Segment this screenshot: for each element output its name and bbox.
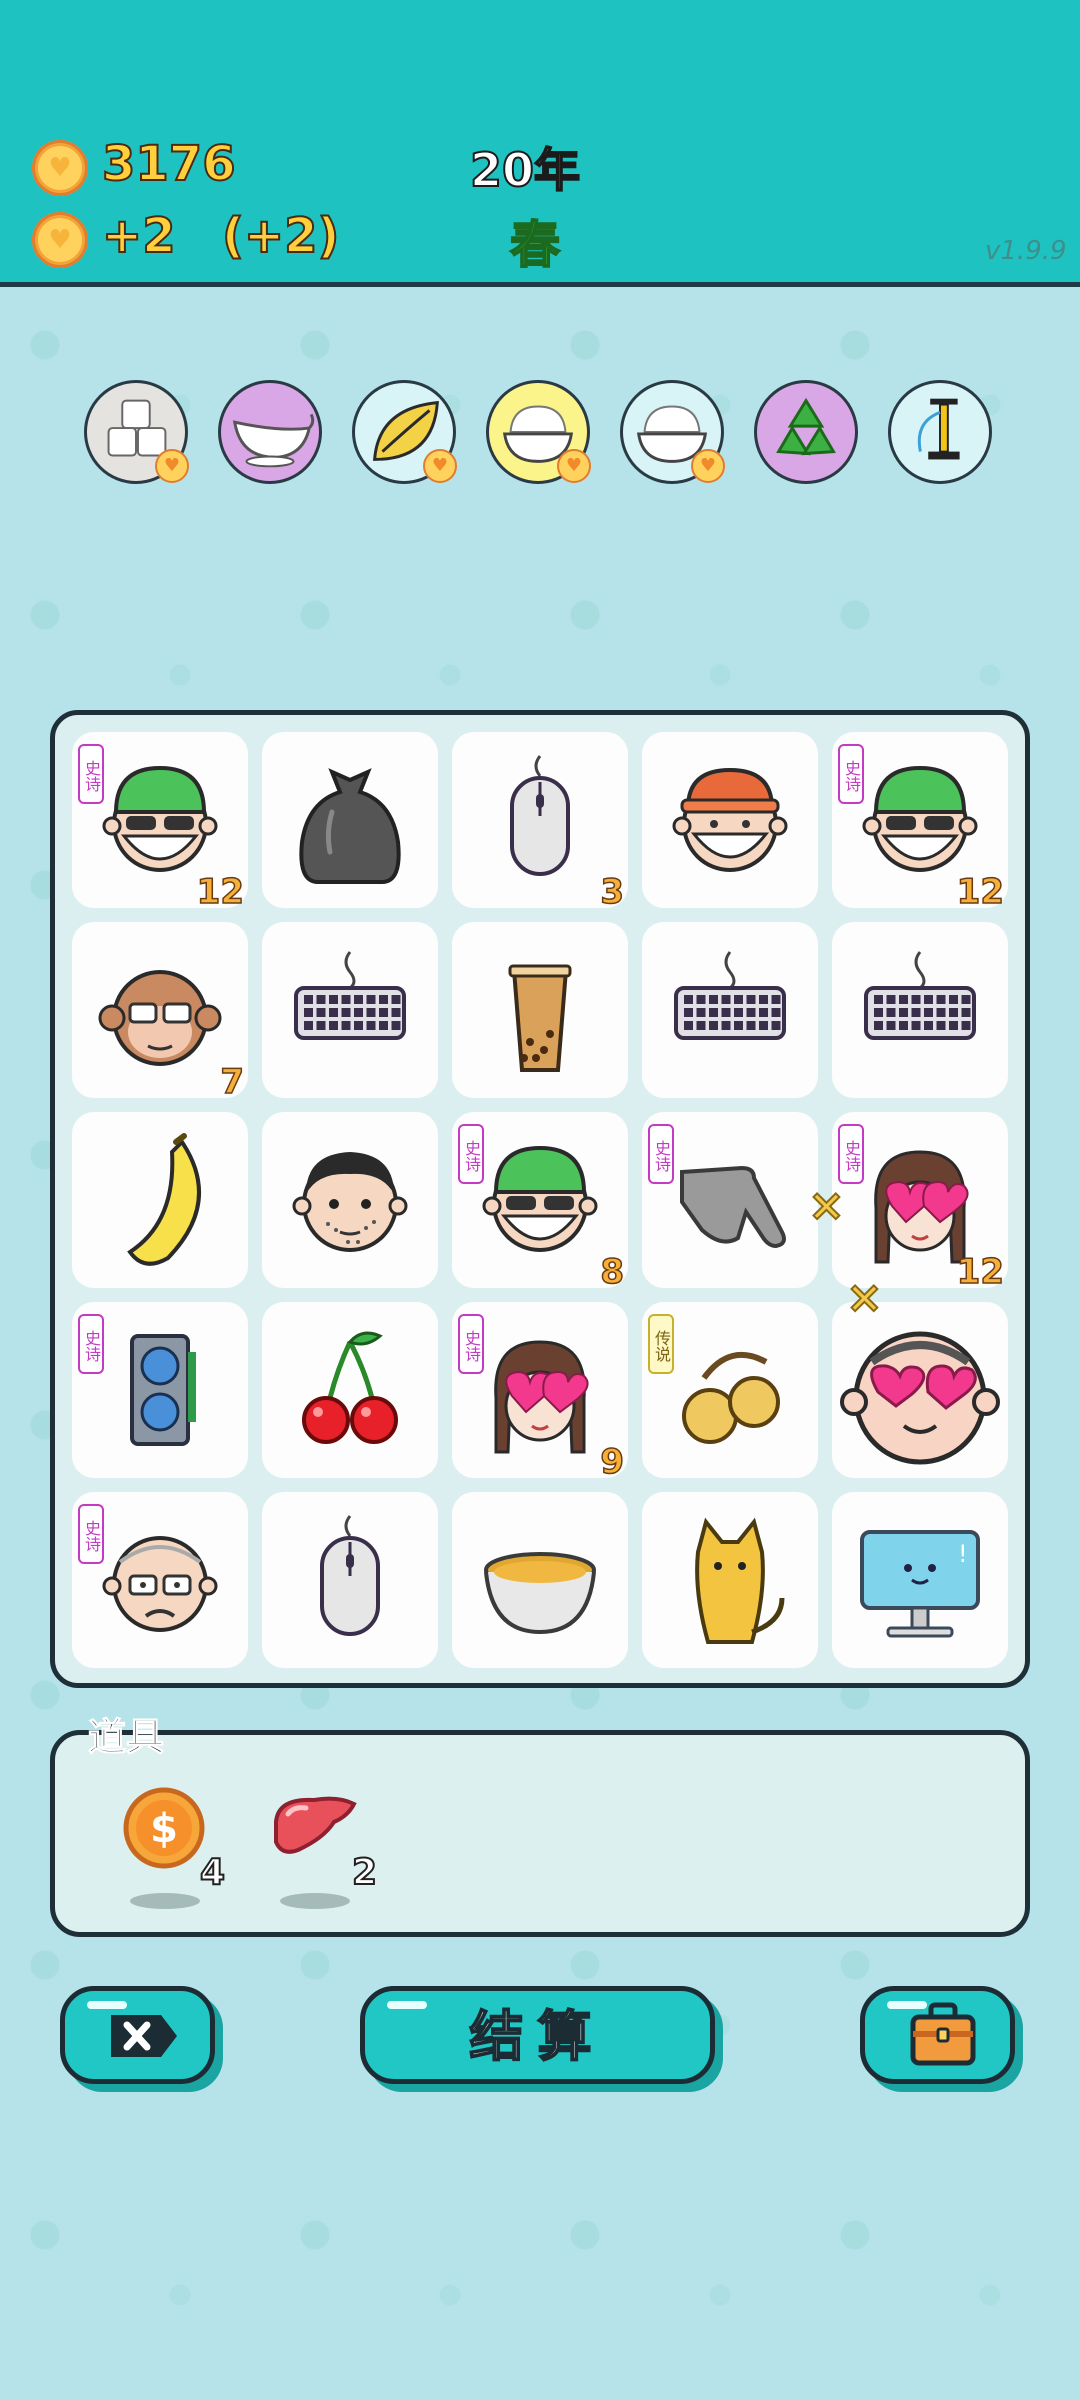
board-cell[interactable]: 传说 [642, 1302, 818, 1478]
top-status-bar: 3176 +2 (+2) 20年 春 v1.9.9 [0, 0, 1080, 287]
board-cell[interactable]: 史诗 [72, 1492, 248, 1668]
rarity-tag: 史诗 [78, 1504, 104, 1564]
svg-text:!: ! [958, 1540, 968, 1568]
board-cell[interactable]: ! [832, 1492, 1008, 1668]
board-cell[interactable]: 3 [452, 732, 628, 913]
board-cell[interactable] [832, 922, 1008, 1098]
soup-bowl-icon [484, 1552, 596, 1635]
heart-badge-icon: ♥ [691, 449, 725, 483]
board-cell[interactable] [642, 922, 818, 1098]
board-cell[interactable] [452, 922, 628, 1098]
board-cell[interactable]: 7 [72, 922, 248, 1103]
cell-counter: 12 [956, 1251, 1005, 1293]
rarity-tag: 史诗 [648, 1124, 674, 1184]
cell-counter: 8 [600, 1251, 625, 1293]
svg-text:$: $ [150, 1806, 178, 1852]
buff-rice-bowl[interactable]: ♥ [620, 380, 725, 484]
air-pump-icon [917, 398, 960, 460]
heart-badge-icon: ♥ [557, 449, 591, 483]
board-cell[interactable]: 史诗 12 [72, 732, 248, 913]
board-cell[interactable]: 史诗 [72, 1302, 248, 1478]
delete-button[interactable] [60, 1986, 215, 2084]
settle-button[interactable]: 结算 [360, 1986, 715, 2084]
heart-badge-icon: ♥ [155, 449, 189, 483]
briefcase-icon [910, 2002, 976, 2066]
cancel-x-mark: × [845, 1271, 884, 1324]
board-cell[interactable] [452, 1492, 628, 1668]
gold-coin-icon [32, 140, 88, 196]
computer-monitor-icon: ! [860, 1530, 980, 1638]
board-cell[interactable] [262, 1302, 438, 1478]
heart-badge-icon: ♥ [423, 449, 457, 483]
gold-total: 3176 [101, 135, 237, 193]
bag-button[interactable] [860, 1986, 1015, 2084]
keyboard-icon [864, 951, 976, 1040]
board-cell[interactable]: 史诗 9 [452, 1302, 628, 1483]
buff-recycle[interactable] [754, 380, 858, 484]
board-cell[interactable] [262, 1112, 438, 1288]
buff-air-pump[interactable] [888, 380, 992, 484]
rarity-tag: 史诗 [78, 1314, 104, 1374]
season-label: 春 [509, 215, 561, 275]
item-shadow [280, 1893, 350, 1909]
year-label: 20年 [469, 142, 581, 198]
gravy-boat-icon [232, 413, 315, 468]
board-cell[interactable]: 史诗 [642, 1112, 818, 1288]
settle-label: 结算 [469, 2004, 606, 2069]
rarity-tag: 史诗 [78, 744, 104, 804]
garbage-bag-icon [299, 768, 401, 884]
heart-eyes-bald-man-icon [840, 1331, 1000, 1465]
bubble-tea-cup-icon [508, 964, 572, 1072]
board-cell[interactable] [262, 732, 438, 908]
liver-count: 2 [351, 1851, 378, 1894]
cherries-icon [302, 1331, 398, 1444]
board-cell[interactable] [642, 732, 818, 908]
buff-leaf[interactable]: ♥ [352, 380, 457, 484]
cell-counter: 9 [600, 1441, 625, 1483]
cell-counter: 12 [956, 871, 1005, 913]
version-label: v1.9.9 [985, 236, 1067, 266]
orange-cap-masked-man-icon [672, 767, 788, 872]
rarity-tag: 传说 [648, 1314, 674, 1374]
gold-bonus: (+2) [221, 207, 340, 265]
gold-per-turn: +2 [101, 207, 177, 265]
board-cell[interactable] [72, 1112, 248, 1288]
board-cell[interactable] [642, 1492, 818, 1668]
keyboard-icon [294, 951, 406, 1040]
board-cell[interactable] [832, 1302, 1008, 1478]
rarity-tag: 史诗 [458, 1314, 484, 1374]
liver-icon[interactable] [268, 1792, 360, 1862]
board-cell[interactable] [262, 922, 438, 1098]
item-shadow [130, 1893, 200, 1909]
delete-x-icon [111, 2015, 177, 2057]
cell-counter: 12 [196, 871, 245, 913]
cell-counter: 3 [600, 871, 625, 913]
banana-icon [127, 1133, 202, 1266]
board-cell[interactable]: 史诗 8 [452, 1112, 628, 1293]
stubble-man-face-icon [292, 1152, 408, 1252]
cell-counter: 7 [220, 1061, 245, 1103]
rarity-tag: 史诗 [458, 1124, 484, 1184]
yellow-cat-icon [695, 1517, 785, 1644]
buff-gravy-boat[interactable] [218, 380, 322, 484]
dollar-coin-count: 4 [199, 1851, 226, 1894]
board-cell[interactable] [262, 1492, 438, 1668]
buff-sugar-cubes[interactable]: ♥ [84, 380, 189, 484]
computer-mouse-icon [320, 1515, 380, 1636]
buff-rice-bowl[interactable]: ♥ [486, 380, 591, 484]
rarity-tag: 史诗 [838, 1124, 864, 1184]
dollar-coin-icon[interactable]: $ [122, 1786, 206, 1870]
board-cell[interactable]: 史诗 12 [832, 1112, 1008, 1293]
recycle-icon [776, 397, 836, 456]
props-title: 道具 [87, 1715, 165, 1760]
cancel-x-mark: × [807, 1179, 846, 1232]
rarity-tag: 史诗 [838, 744, 864, 804]
board-cell[interactable]: 史诗 12 [832, 732, 1008, 913]
gold-coin-icon [32, 212, 88, 268]
keyboard-icon [674, 951, 786, 1040]
